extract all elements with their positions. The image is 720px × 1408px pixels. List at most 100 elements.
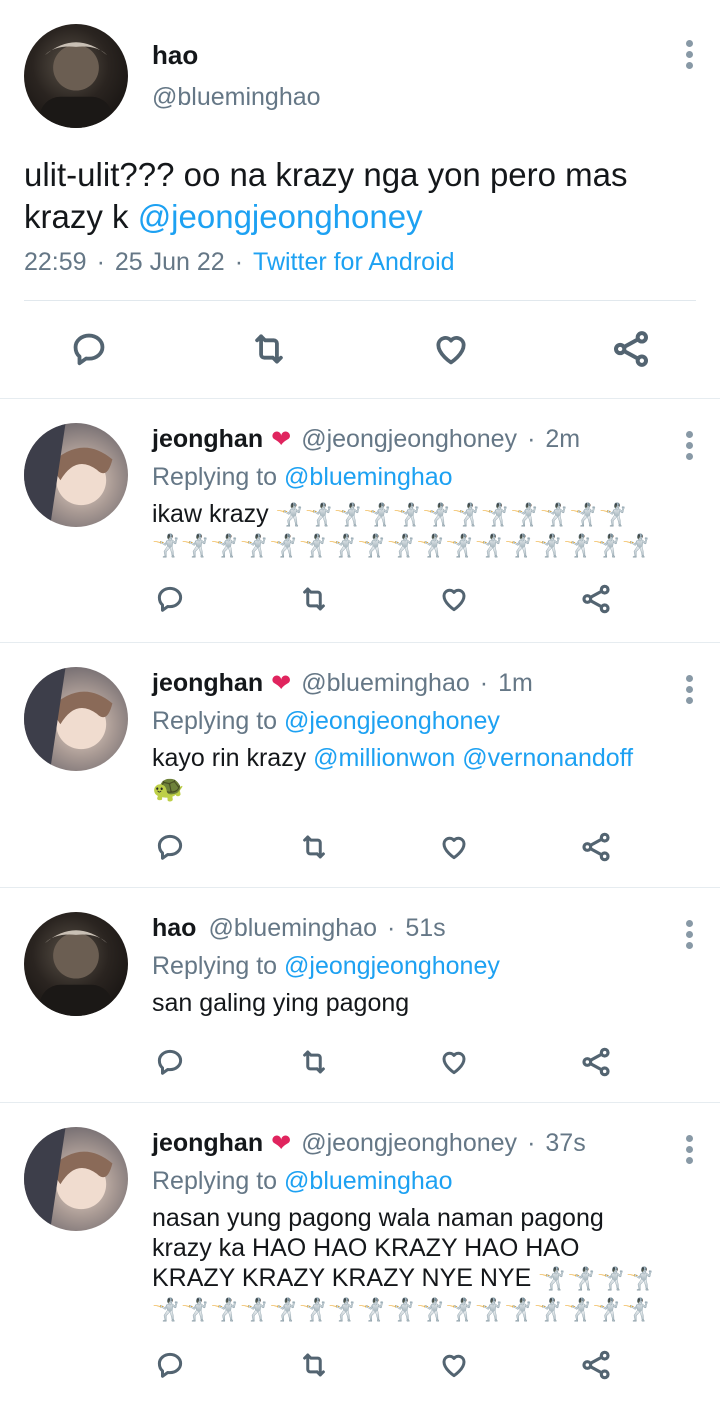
reply-body: KRAZY KRAZY KRAZY NYE NYE: [152, 1264, 532, 1292]
retweet-button[interactable]: [296, 829, 332, 865]
tweet-time: 22:59: [24, 248, 87, 276]
avatar[interactable]: [24, 912, 128, 1016]
share-icon: [582, 1350, 610, 1380]
heart-icon: ❤: [271, 426, 292, 453]
like-icon: [442, 1051, 466, 1075]
fencer-emoji-row: 🤺🤺🤺🤺🤺🤺🤺🤺🤺🤺🤺🤺🤺🤺🤺🤺🤺: [152, 533, 652, 558]
like-icon: [442, 836, 466, 860]
like-icon: [442, 1354, 466, 1378]
reply-header: hao @blueminghao · 51s: [152, 914, 446, 943]
reply-button[interactable]: [152, 1347, 188, 1383]
avatar[interactable]: [24, 423, 128, 527]
like-button[interactable]: [436, 581, 472, 617]
separator: ·: [234, 248, 244, 276]
author-name[interactable]: hao: [152, 914, 196, 943]
replying-label: Replying to: [152, 707, 278, 735]
reply-text: san galing ying pagong: [152, 988, 702, 1018]
heart-icon: ❤: [271, 670, 292, 697]
avatar[interactable]: [24, 667, 128, 771]
tweet-meta: 22:59 · 25 Jun 22 · Twitter for Android: [24, 248, 455, 277]
reply-icon: [157, 586, 183, 612]
share-icon: [582, 1047, 610, 1077]
reply-text: ikaw krazy 🤺🤺🤺🤺🤺🤺🤺🤺🤺🤺🤺🤺 🤺🤺🤺🤺🤺🤺🤺🤺🤺🤺🤺🤺🤺🤺🤺🤺…: [152, 499, 712, 561]
separator: ·: [479, 669, 489, 697]
fencer-emoji-row: 🤺🤺🤺🤺: [538, 1266, 656, 1291]
share-button[interactable]: [578, 581, 614, 617]
author-name[interactable]: jeonghan: [152, 425, 263, 454]
share-button[interactable]: [578, 1347, 614, 1383]
like-button[interactable]: [426, 326, 476, 372]
retweet-button[interactable]: [296, 581, 332, 617]
more-vertical-icon[interactable]: [684, 431, 694, 460]
reply-time: 37s: [545, 1129, 586, 1157]
heart-icon: ❤: [271, 1130, 292, 1157]
separator: ·: [527, 1129, 536, 1157]
replying-to: Replying to @jeongjeonghoney: [152, 952, 500, 981]
reply-icon: [73, 333, 105, 366]
share-button[interactable]: [578, 1044, 614, 1080]
share-icon: [582, 832, 610, 862]
share-icon: [614, 331, 648, 367]
fencer-emoji-row: 🤺🤺🤺🤺🤺🤺🤺🤺🤺🤺🤺🤺🤺🤺🤺🤺🤺: [152, 1297, 652, 1322]
reply-tweet[interactable]: jeonghan ❤ @blueminghao · 1m Replying to…: [0, 643, 720, 888]
like-button[interactable]: [436, 1347, 472, 1383]
mention-link[interactable]: @jeongjeonghoney: [138, 198, 423, 235]
reply-icon: [157, 1352, 183, 1378]
main-tweet: hao @blueminghao ulit-ulit??? oo na kraz…: [0, 0, 720, 399]
more-vertical-icon[interactable]: [684, 675, 694, 704]
replying-label: Replying to: [152, 952, 278, 980]
reply-tweet[interactable]: hao @blueminghao · 51s Replying to @jeon…: [0, 888, 720, 1103]
mention-link[interactable]: @vernonandoff: [462, 744, 633, 772]
separator: ·: [527, 425, 536, 453]
replying-mention[interactable]: @blueminghao: [284, 463, 453, 491]
retweet-button[interactable]: [296, 1347, 332, 1383]
retweet-icon: [303, 835, 325, 859]
author-handle[interactable]: @jeongjeonghoney: [301, 425, 517, 454]
reply-button[interactable]: [66, 326, 112, 372]
reply-button[interactable]: [152, 581, 188, 617]
replying-mention[interactable]: @blueminghao: [284, 1167, 453, 1195]
avatar[interactable]: [24, 1127, 128, 1231]
mention-link[interactable]: @millionwon: [313, 744, 455, 772]
reply-body: nasan yung pagong wala naman pagong: [152, 1204, 604, 1232]
author-handle[interactable]: @jeongjeonghoney: [301, 1129, 517, 1158]
reply-body: ikaw krazy: [152, 500, 269, 528]
retweet-icon: [255, 334, 283, 364]
retweet-icon: [303, 1050, 325, 1074]
reply-header: jeonghan ❤ @jeongjeonghoney · 37s: [152, 1129, 586, 1158]
reply-tweet[interactable]: jeonghan ❤ @jeongjeonghoney · 37s Replyi…: [0, 1103, 720, 1408]
reply-text: kayo rin krazy @millionwon @vernonandoff…: [152, 743, 712, 804]
reply-button[interactable]: [152, 829, 188, 865]
author-name[interactable]: jeonghan: [152, 1129, 263, 1158]
share-button[interactable]: [606, 326, 656, 372]
like-button[interactable]: [436, 1044, 472, 1080]
more-vertical-icon[interactable]: [684, 40, 694, 69]
reply-header: jeonghan ❤ @jeongjeonghoney · 2m: [152, 425, 580, 454]
retweet-button[interactable]: [244, 326, 294, 372]
tweet-source[interactable]: Twitter for Android: [253, 248, 454, 276]
turtle-emoji: 🐢: [152, 773, 185, 803]
share-icon: [582, 584, 610, 614]
reply-text: nasan yung pagong wala naman pagong kraz…: [152, 1203, 712, 1325]
author-name[interactable]: hao: [152, 40, 198, 71]
replying-mention[interactable]: @jeongjeonghoney: [284, 707, 500, 735]
reply-tweet[interactable]: jeonghan ❤ @jeongjeonghoney · 2m Replyin…: [0, 399, 720, 643]
tweet-date: 25 Jun 22: [114, 248, 225, 276]
share-button[interactable]: [578, 829, 614, 865]
more-vertical-icon[interactable]: [684, 920, 694, 949]
author-handle[interactable]: @blueminghao: [152, 83, 321, 112]
retweet-button[interactable]: [296, 1044, 332, 1080]
replying-label: Replying to: [152, 463, 278, 491]
replying-mention[interactable]: @jeongjeonghoney: [284, 952, 500, 980]
replying-label: Replying to: [152, 1167, 278, 1195]
author-handle[interactable]: @blueminghao: [301, 669, 470, 698]
avatar[interactable]: [24, 24, 128, 128]
reply-button[interactable]: [152, 1044, 188, 1080]
like-icon: [442, 588, 466, 612]
like-button[interactable]: [436, 829, 472, 865]
reply-time: 2m: [545, 425, 581, 453]
more-vertical-icon[interactable]: [684, 1135, 694, 1164]
author-handle[interactable]: @blueminghao: [208, 914, 377, 943]
reply-time: 1m: [498, 669, 533, 697]
author-name[interactable]: jeonghan: [152, 669, 263, 698]
